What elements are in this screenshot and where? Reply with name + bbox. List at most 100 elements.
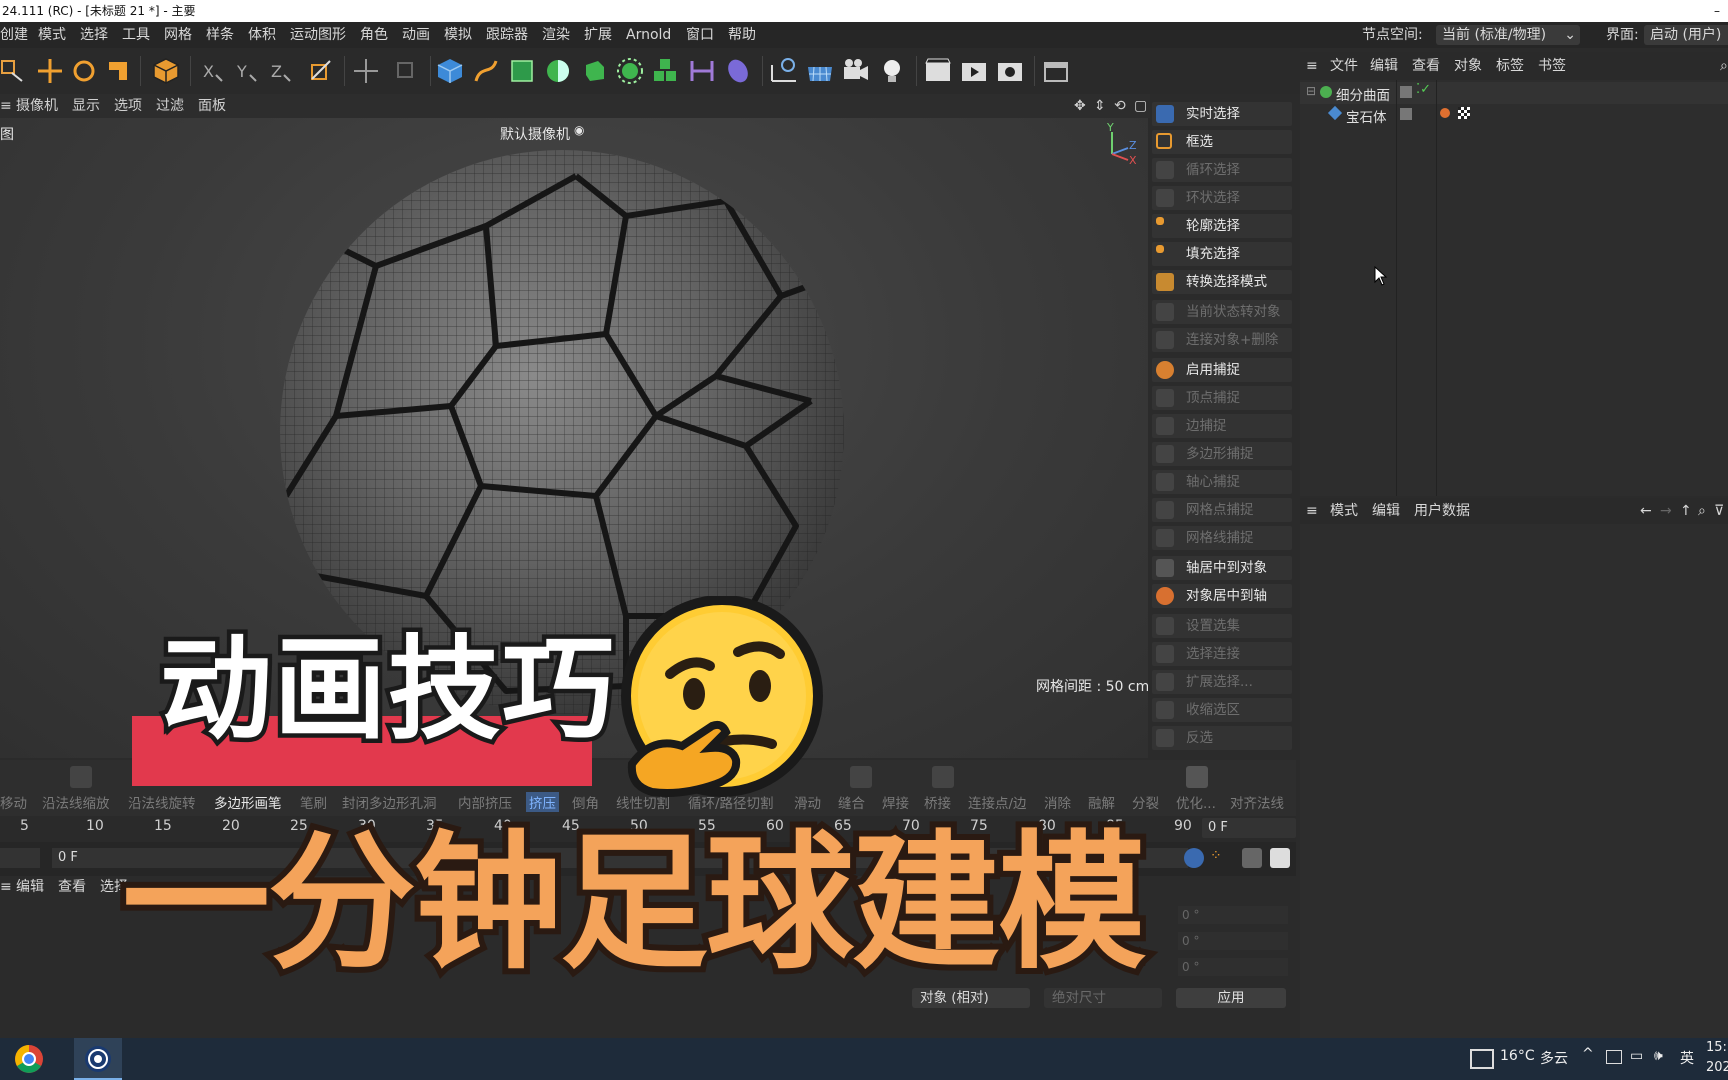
- key-settings-icon[interactable]: [1270, 848, 1290, 868]
- search-icon[interactable]: ⌕: [1698, 498, 1706, 524]
- rotation-h-field[interactable]: 0 °: [1178, 906, 1288, 924]
- floor-icon[interactable]: [768, 55, 800, 87]
- menu-spline[interactable]: 样条: [206, 22, 234, 48]
- interface-dropdown[interactable]: 启动 (用户): [1644, 25, 1728, 45]
- menu-mograph[interactable]: 运动图形: [290, 22, 346, 48]
- cmd-grid-point-snap[interactable]: 网格点捕捉: [1152, 498, 1292, 522]
- light-icon[interactable]: [876, 55, 908, 87]
- material-tag-icon[interactable]: [1440, 108, 1450, 118]
- input-method-indicator[interactable]: 英: [1680, 1048, 1694, 1068]
- object-manager-hamburger-icon[interactable]: ≡: [1306, 52, 1318, 80]
- object-row-platonic[interactable]: 宝石体: [1300, 104, 1728, 126]
- attribute-manager-hamburger-icon[interactable]: ≡: [1306, 498, 1318, 524]
- viewport-rotate-icon[interactable]: ⟲: [1114, 94, 1126, 118]
- volume-icon[interactable]: 🕪: [1654, 1048, 1663, 1064]
- menu-help[interactable]: 帮助: [728, 22, 756, 48]
- object-name[interactable]: 细分曲面: [1336, 84, 1390, 104]
- cmd-polygon-snap[interactable]: 多边形捕捉: [1152, 442, 1292, 466]
- om-menu-file[interactable]: 文件: [1330, 52, 1358, 80]
- cmd-select-connected[interactable]: 选择连接: [1152, 642, 1292, 666]
- viewport-menu-options[interactable]: 选项: [114, 94, 142, 118]
- cmd-grow-selection[interactable]: 扩展选择...: [1152, 670, 1292, 694]
- size-mode-dropdown[interactable]: 绝对尺寸: [1044, 988, 1162, 1008]
- menu-tracker[interactable]: 跟踪器: [486, 22, 528, 48]
- tool-bridge[interactable]: 桥接: [924, 792, 951, 812]
- menu-animate[interactable]: 动画: [402, 22, 430, 48]
- tray-chevron-up-icon[interactable]: ^: [1582, 1046, 1594, 1062]
- tool-weld[interactable]: 焊接: [882, 792, 909, 812]
- tool-extrude[interactable]: 挤压: [526, 792, 559, 812]
- viewport-menu-cameras[interactable]: 摄像机: [16, 94, 58, 118]
- subdivision-surface-icon[interactable]: [506, 55, 538, 87]
- weather-condition[interactable]: 多云: [1540, 1048, 1568, 1068]
- enable-check-icon[interactable]: ⁚✓: [1416, 82, 1431, 97]
- rotate-tool-icon[interactable]: [68, 55, 100, 87]
- minimize-button[interactable]: –: [1714, 0, 1720, 22]
- cmd-enable-snap[interactable]: 启用捕捉: [1152, 358, 1292, 382]
- layer-icon[interactable]: [1400, 86, 1412, 98]
- cmd-live-selection[interactable]: 实时选择: [1152, 102, 1292, 126]
- snap-settings-icon[interactable]: [390, 55, 422, 87]
- cmd-loop-selection[interactable]: 循环选择: [1152, 158, 1292, 182]
- menu-window[interactable]: 窗口: [686, 22, 714, 48]
- viewport-zoom-icon[interactable]: ⇕: [1094, 94, 1106, 118]
- clock-time[interactable]: 15:: [1706, 1040, 1727, 1055]
- om-menu-edit[interactable]: 编辑: [1370, 52, 1398, 80]
- menu-simulate[interactable]: 模拟: [444, 22, 472, 48]
- bottom-menu-edit[interactable]: 编辑: [16, 876, 44, 898]
- clock-date[interactable]: 202: [1706, 1060, 1728, 1075]
- cmd-convert-selection[interactable]: 转换选择模式: [1152, 270, 1292, 294]
- cmd-rectangle-selection[interactable]: 框选: [1152, 130, 1292, 154]
- object-mode-icon[interactable]: [150, 55, 182, 87]
- camera-icon[interactable]: [840, 55, 872, 87]
- pen-tool-icon[interactable]: [470, 55, 502, 87]
- cmd-current-state-to-object[interactable]: 当前状态转对象: [1152, 300, 1292, 324]
- tool-stitch[interactable]: 缝合: [838, 792, 865, 812]
- viewport-move-icon[interactable]: ✥: [1074, 94, 1086, 118]
- deformer-icon[interactable]: [686, 55, 718, 87]
- layer-icon[interactable]: [1400, 108, 1412, 120]
- scale-tool-icon[interactable]: [102, 55, 134, 87]
- cloner-icon[interactable]: [614, 55, 646, 87]
- menu-volume[interactable]: 体积: [248, 22, 276, 48]
- tool-move[interactable]: 移动: [0, 792, 27, 812]
- cmd-shrink-selection[interactable]: 收缩选区: [1152, 698, 1292, 722]
- tool-dissolve[interactable]: 消除: [1044, 792, 1071, 812]
- x-axis-lock-icon[interactable]: X: [198, 55, 230, 87]
- cmd-axis-center-to-object[interactable]: 轴居中到对象: [1152, 556, 1292, 580]
- am-menu-user-data[interactable]: 用户数据: [1414, 498, 1470, 524]
- cmd-fill-selection[interactable]: 填充选择: [1152, 242, 1292, 266]
- keyframe-dots-icon[interactable]: ⁘: [1210, 848, 1230, 868]
- forward-arrow-icon[interactable]: →: [1660, 498, 1672, 524]
- cmd-edge-snap[interactable]: 边捕捉: [1152, 414, 1292, 438]
- tool-brush[interactable]: 笔刷: [300, 792, 327, 812]
- cmd-axis-snap[interactable]: 轴心捕捉: [1152, 470, 1292, 494]
- render-settings-icon[interactable]: [994, 55, 1026, 87]
- record-icon[interactable]: [1184, 848, 1204, 868]
- boole-icon[interactable]: [542, 55, 574, 87]
- viewport-hamburger-icon[interactable]: ≡: [0, 94, 12, 118]
- menu-tools[interactable]: 工具: [122, 22, 150, 48]
- tool-polygon-pen[interactable]: 多边形画笔: [214, 792, 282, 812]
- tool-normal-rotate[interactable]: 沿法线旋转: [128, 792, 196, 812]
- cmd-set-selection[interactable]: 设置选集: [1152, 614, 1292, 638]
- tool-close-polygon-hole[interactable]: 封闭多边形孔洞: [342, 792, 437, 812]
- up-arrow-icon[interactable]: ↑: [1680, 498, 1692, 524]
- archive-icon[interactable]: [1040, 55, 1072, 87]
- rotation-b-field[interactable]: 0 °: [1178, 958, 1288, 976]
- cmd-connect-objects-delete[interactable]: 连接对象+删除: [1152, 328, 1292, 352]
- viewport-menu-filter[interactable]: 过滤: [156, 94, 184, 118]
- tool-normal-scale[interactable]: 沿法线缩放: [42, 792, 110, 812]
- cmd-outline-selection[interactable]: 轮廓选择: [1152, 214, 1292, 238]
- checker-texture-tag-icon[interactable]: [1458, 107, 1470, 119]
- cube-primitive-icon[interactable]: [434, 55, 466, 87]
- coordinate-system-icon[interactable]: [304, 55, 336, 87]
- y-axis-lock-icon[interactable]: Y: [232, 55, 264, 87]
- menu-select[interactable]: 选择: [80, 22, 108, 48]
- om-menu-view[interactable]: 查看: [1412, 52, 1440, 80]
- motion-path-icon[interactable]: [1242, 848, 1262, 868]
- tool-optimize[interactable]: 优化...: [1176, 792, 1216, 812]
- cmd-object-center-to-axis[interactable]: 对象居中到轴: [1152, 584, 1292, 608]
- menu-mode[interactable]: 模式: [38, 22, 66, 48]
- om-menu-tags[interactable]: 标签: [1496, 52, 1524, 80]
